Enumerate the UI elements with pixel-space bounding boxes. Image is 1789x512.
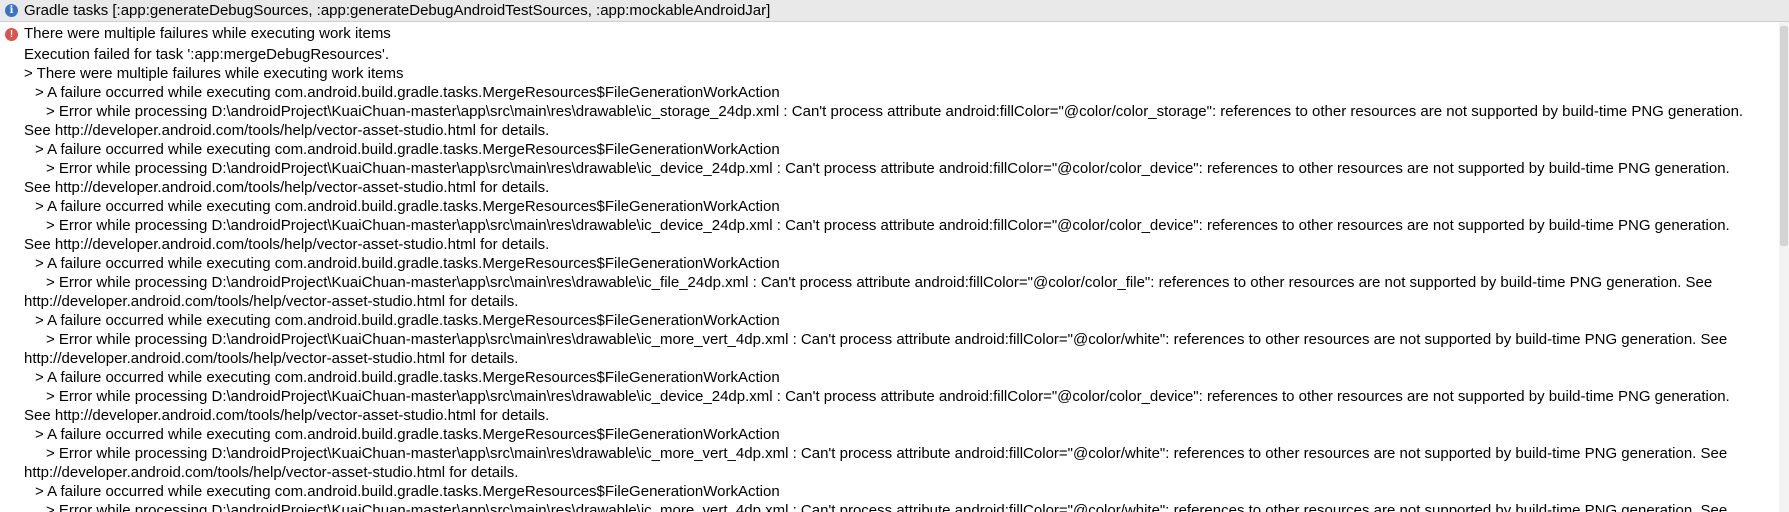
log-line: > Error while processing D:\androidProje… <box>46 160 1730 177</box>
log-line: > A failure occurred while executing com… <box>35 84 780 101</box>
log-line: > Error while processing D:\androidProje… <box>46 103 1744 120</box>
log-line: > A failure occurred while executing com… <box>35 141 780 158</box>
log-line: > A failure occurred while executing com… <box>35 369 780 386</box>
log-line: > A failure occurred while executing com… <box>35 255 780 272</box>
log-line: http://developer.android.com/tools/help/… <box>24 293 519 310</box>
log-line: See http://developer.android.com/tools/h… <box>24 179 550 196</box>
log-line: See http://developer.android.com/tools/h… <box>24 236 550 253</box>
info-icon: i <box>5 4 18 17</box>
log-line: See http://developer.android.com/tools/h… <box>24 122 550 139</box>
log-line: > A failure occurred while executing com… <box>35 198 780 215</box>
log-line: > There were multiple failures while exe… <box>24 65 404 82</box>
log-line: > Error while processing D:\androidProje… <box>46 217 1730 234</box>
log-line: > Error while processing D:\androidProje… <box>46 388 1730 405</box>
log-line: > A failure occurred while executing com… <box>35 312 780 329</box>
log-line: http://developer.android.com/tools/help/… <box>24 350 519 367</box>
log-line: > Error while processing D:\androidProje… <box>46 331 1728 348</box>
task-header-title: Gradle tasks [:app:generateDebugSources,… <box>24 2 771 19</box>
log-line: > A failure occurred while executing com… <box>35 483 780 500</box>
log-line: http://developer.android.com/tools/help/… <box>24 464 519 481</box>
log-line: > A failure occurred while executing com… <box>35 426 780 443</box>
scrollbar-thumb[interactable] <box>1780 26 1788 246</box>
log-line: > Error while processing D:\androidProje… <box>46 274 1713 291</box>
error-icon: ! <box>5 28 18 41</box>
vertical-scrollbar[interactable] <box>1779 22 1789 512</box>
error-title[interactable]: There were multiple failures while execu… <box>24 26 391 42</box>
log-line: See http://developer.android.com/tools/h… <box>24 407 550 424</box>
log-line: > Error while processing D:\androidProje… <box>46 502 1728 512</box>
gradle-console-panel: i Gradle tasks [:app:generateDebugSource… <box>0 0 1789 512</box>
log-line: Execution failed for task ':app:mergeDeb… <box>24 46 390 63</box>
log-line: > Error while processing D:\androidProje… <box>46 445 1728 462</box>
error-details: Execution failed for task ':app:mergeDeb… <box>24 45 1776 512</box>
task-header-row[interactable]: i Gradle tasks [:app:generateDebugSource… <box>0 0 1789 22</box>
